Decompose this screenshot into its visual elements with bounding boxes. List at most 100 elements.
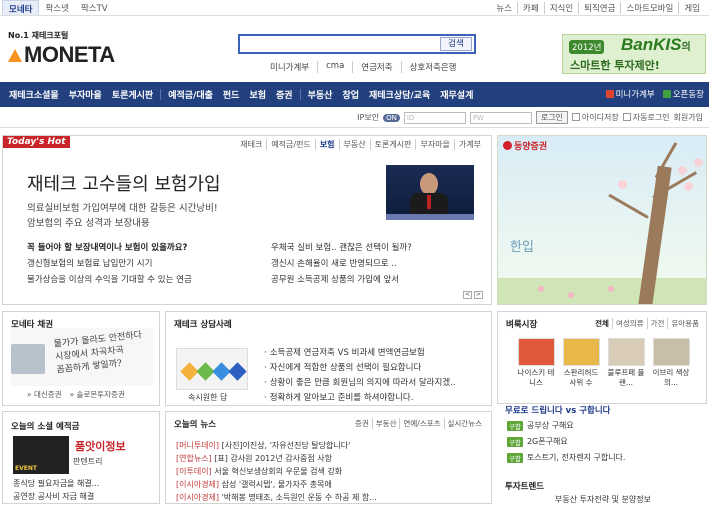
hot-link[interactable]: 우체국 실비 보험.. 괜찮은 선택이 될까? bbox=[271, 241, 412, 253]
link-daishin[interactable]: » 대신증권 bbox=[27, 389, 62, 400]
tab-paxtv[interactable]: 팍스TV bbox=[75, 0, 114, 15]
bankis-banner[interactable]: 2012년 BanKIS의 스마트한 투자제안! bbox=[562, 34, 706, 74]
hot-tab-insurance[interactable]: 보험 bbox=[314, 139, 339, 150]
site-logo[interactable]: No.1 재테크포털 MONETA bbox=[8, 30, 115, 68]
auto-login-checkbox[interactable]: 자동로그인 bbox=[622, 112, 670, 123]
quick-link-savings-bank[interactable]: 상호저축은행 bbox=[400, 61, 465, 73]
quick-link-pension[interactable]: 연금저축 bbox=[352, 61, 400, 73]
market-tab-appliance[interactable]: 가전 bbox=[646, 318, 668, 329]
qa-item[interactable]: 구함 2G폰구해요 bbox=[507, 436, 568, 447]
ip-security-toggle[interactable]: ON bbox=[383, 113, 400, 122]
market-caption[interactable]: 스판리허드 사위 수 bbox=[561, 368, 601, 390]
consult-link[interactable]: 상황이 좋은 만큼 회원님의 의지에 따라서 달라지겠.. bbox=[264, 376, 456, 388]
nav-open-room[interactable]: 오픈동장 bbox=[662, 88, 704, 100]
join-link[interactable]: 회원가입 bbox=[674, 112, 703, 123]
market-thumb[interactable] bbox=[653, 338, 690, 366]
nav-rich-village[interactable]: 부자마을 bbox=[64, 88, 107, 101]
nav-divider bbox=[299, 89, 301, 100]
trend-link[interactable]: 부동산 투자전략 및 분양정보 bbox=[555, 494, 651, 505]
hot-link[interactable]: 갱신형보험의 보험료 납입만기 시기 bbox=[27, 257, 152, 269]
hot-tab-finance[interactable]: 재테크 bbox=[236, 139, 266, 150]
save-id-checkbox[interactable]: 아이디저장 bbox=[571, 112, 619, 123]
market-caption[interactable]: 나이스키 테니스 bbox=[516, 368, 556, 390]
market-tab-women[interactable]: 여성의류 bbox=[611, 318, 647, 329]
tab-moneta[interactable]: 모네타 bbox=[2, 0, 40, 15]
top-link-game[interactable]: 게임 bbox=[678, 2, 705, 14]
panel-title: 투자트렌드 bbox=[505, 482, 545, 492]
market-tab-baby[interactable]: 유아용품 bbox=[667, 318, 702, 329]
social-headline[interactable]: 품앗이정보 bbox=[75, 438, 126, 454]
qa-item[interactable]: 구함 공부상 구해요 bbox=[507, 420, 574, 431]
news-tab-real-estate[interactable]: 부동산 bbox=[371, 418, 400, 429]
login-button[interactable]: 로그인 bbox=[535, 111, 568, 124]
news-tab-realtime[interactable]: 실시간뉴스 bbox=[443, 418, 486, 429]
prev-arrow-icon[interactable]: < bbox=[463, 291, 472, 299]
hot-subline[interactable]: 암보험의 주요 성격과 보장내용 bbox=[27, 215, 150, 229]
search-button[interactable]: 검색 bbox=[440, 37, 472, 51]
news-item[interactable]: [이시아경제] '박해봉 명태조, 소득원인 운동 수 하공 제 함... bbox=[176, 492, 377, 503]
news-item[interactable]: [이투데이] 서울 혁신보생상회의 우문물 검색 강화 bbox=[176, 466, 342, 477]
next-arrow-icon[interactable]: > bbox=[474, 291, 483, 299]
hot-link[interactable]: 꼭 들어야 할 보장내역이나 보험이 있을까요? bbox=[27, 241, 188, 253]
news-tab-stock[interactable]: 증권 bbox=[352, 418, 372, 429]
nav-deposit-loan[interactable]: 예적금/대출 bbox=[163, 88, 218, 101]
hot-tab-forum[interactable]: 토론게시판 bbox=[369, 139, 416, 150]
hot-tab-deposit-fund[interactable]: 예적금/펀드 bbox=[266, 139, 315, 150]
nav-fund[interactable]: 펀드 bbox=[218, 88, 245, 101]
consult-link[interactable]: 소득공제 연금저축 VS 비과세 변액연금보험 bbox=[264, 346, 425, 358]
quick-link-cma[interactable]: cma bbox=[317, 61, 352, 73]
market-caption[interactable]: 이브리 색상의... bbox=[651, 368, 691, 390]
news-item[interactable]: [연합뉴스] [표] 감사원 2012년 감사중점 사항 bbox=[176, 453, 332, 464]
consult-link[interactable]: 정확하게 알아보고 준비를 하셔야합니다. bbox=[264, 391, 414, 403]
tab-paxnet[interactable]: 팍스넷 bbox=[39, 0, 74, 15]
nav-startup[interactable]: 창업 bbox=[337, 88, 364, 101]
hot-photo[interactable] bbox=[386, 165, 474, 220]
social-image[interactable]: EVENT bbox=[13, 436, 69, 474]
ad-branch bbox=[608, 193, 649, 219]
news-item[interactable]: [머니투데이] [사진]이진상, '자유선진당 탈당합니다' bbox=[176, 440, 350, 451]
market-thumb[interactable] bbox=[563, 338, 600, 366]
hot-link[interactable]: 물가상승을 이상의 수익을 기대할 수 있는 연금 bbox=[27, 273, 192, 285]
market-caption[interactable]: 블루프페 플랜... bbox=[606, 368, 646, 390]
hot-tab-real-estate[interactable]: 부동산 bbox=[338, 139, 370, 150]
consult-link[interactable]: 자신에게 적합한 상품의 선택이 필요합니다 bbox=[264, 361, 422, 373]
news-item[interactable]: [이시아경제] 삼성 '갤럭시탭', 물가자주 총목에 bbox=[176, 479, 332, 490]
bond-banner[interactable]: 물가가 올라도 안전하다 시장에서 차곡차곡 꼼꼼하게 쌓일까? bbox=[11, 328, 153, 386]
nav-stock[interactable]: 증권 bbox=[271, 88, 298, 101]
top-link-knowledge[interactable]: 지식인 bbox=[543, 2, 578, 14]
top-link-cafe[interactable]: 카페 bbox=[517, 2, 544, 14]
hot-subline[interactable]: 의료실비보험 가입여부에 대한 갈등은 시간낭비! bbox=[27, 200, 218, 214]
market-tab-all[interactable]: 전체 bbox=[592, 318, 612, 329]
hot-link[interactable]: 갱신시 손해율이 새로 반영되므로 .. bbox=[271, 257, 397, 269]
hot-link[interactable]: 공무원 소득공제 상품의 가입에 앞서 bbox=[271, 273, 399, 285]
nav-insurance[interactable]: 보험 bbox=[244, 88, 271, 101]
nav-social-mall[interactable]: 재테크소셜몰 bbox=[4, 88, 64, 101]
social-link[interactable]: 공연장 공사비 자금 해결 bbox=[13, 491, 94, 502]
nav-mini-ledger[interactable]: 미니가계부 bbox=[605, 88, 655, 100]
top-link-pension[interactable]: 퇴직연금 bbox=[578, 2, 620, 14]
nav-financial-planning[interactable]: 재무설계 bbox=[435, 88, 478, 101]
qa-item[interactable]: 구함 토스트기, 전자렌지 구합니다. bbox=[507, 452, 625, 463]
market-thumb[interactable] bbox=[608, 338, 645, 366]
link-solomon[interactable]: » 솔로몬투자증권 bbox=[70, 389, 125, 400]
nav-forum[interactable]: 토론게시판 bbox=[107, 88, 158, 101]
nav-consult-edu[interactable]: 재테크상담/교육 bbox=[364, 88, 435, 101]
search-input[interactable] bbox=[242, 37, 438, 51]
hot-tab-village[interactable]: 부자마을 bbox=[415, 139, 453, 150]
pw-input[interactable]: PW bbox=[469, 111, 532, 124]
bond-links: » 대신증권 » 솔로몬투자증권 bbox=[27, 389, 125, 400]
dongyang-ad[interactable]: 동양증권 한입 bbox=[497, 135, 707, 305]
top-link-mobile[interactable]: 스마트모바일 bbox=[620, 2, 678, 14]
hot-headline[interactable]: 재테크 고수들의 보험가입 bbox=[27, 170, 221, 196]
news-tab-entertainment[interactable]: 연예/스포츠 bbox=[399, 418, 443, 429]
hot-tab-ledger[interactable]: 가계부 bbox=[453, 139, 485, 150]
consult-image[interactable] bbox=[176, 348, 248, 390]
nav-real-estate[interactable]: 부동산 bbox=[303, 88, 338, 101]
qa-title[interactable]: 무료로 드립니다 vs 구합니다 bbox=[505, 404, 611, 416]
ledger-icon bbox=[605, 90, 614, 98]
quick-link-ledger[interactable]: 미니가계부 bbox=[262, 61, 317, 73]
social-link[interactable]: 종식당 필요자금을 해결... bbox=[13, 478, 99, 489]
market-thumb[interactable] bbox=[518, 338, 555, 366]
top-link-news[interactable]: 뉴스 bbox=[491, 2, 517, 14]
id-input[interactable]: ID bbox=[403, 111, 466, 124]
